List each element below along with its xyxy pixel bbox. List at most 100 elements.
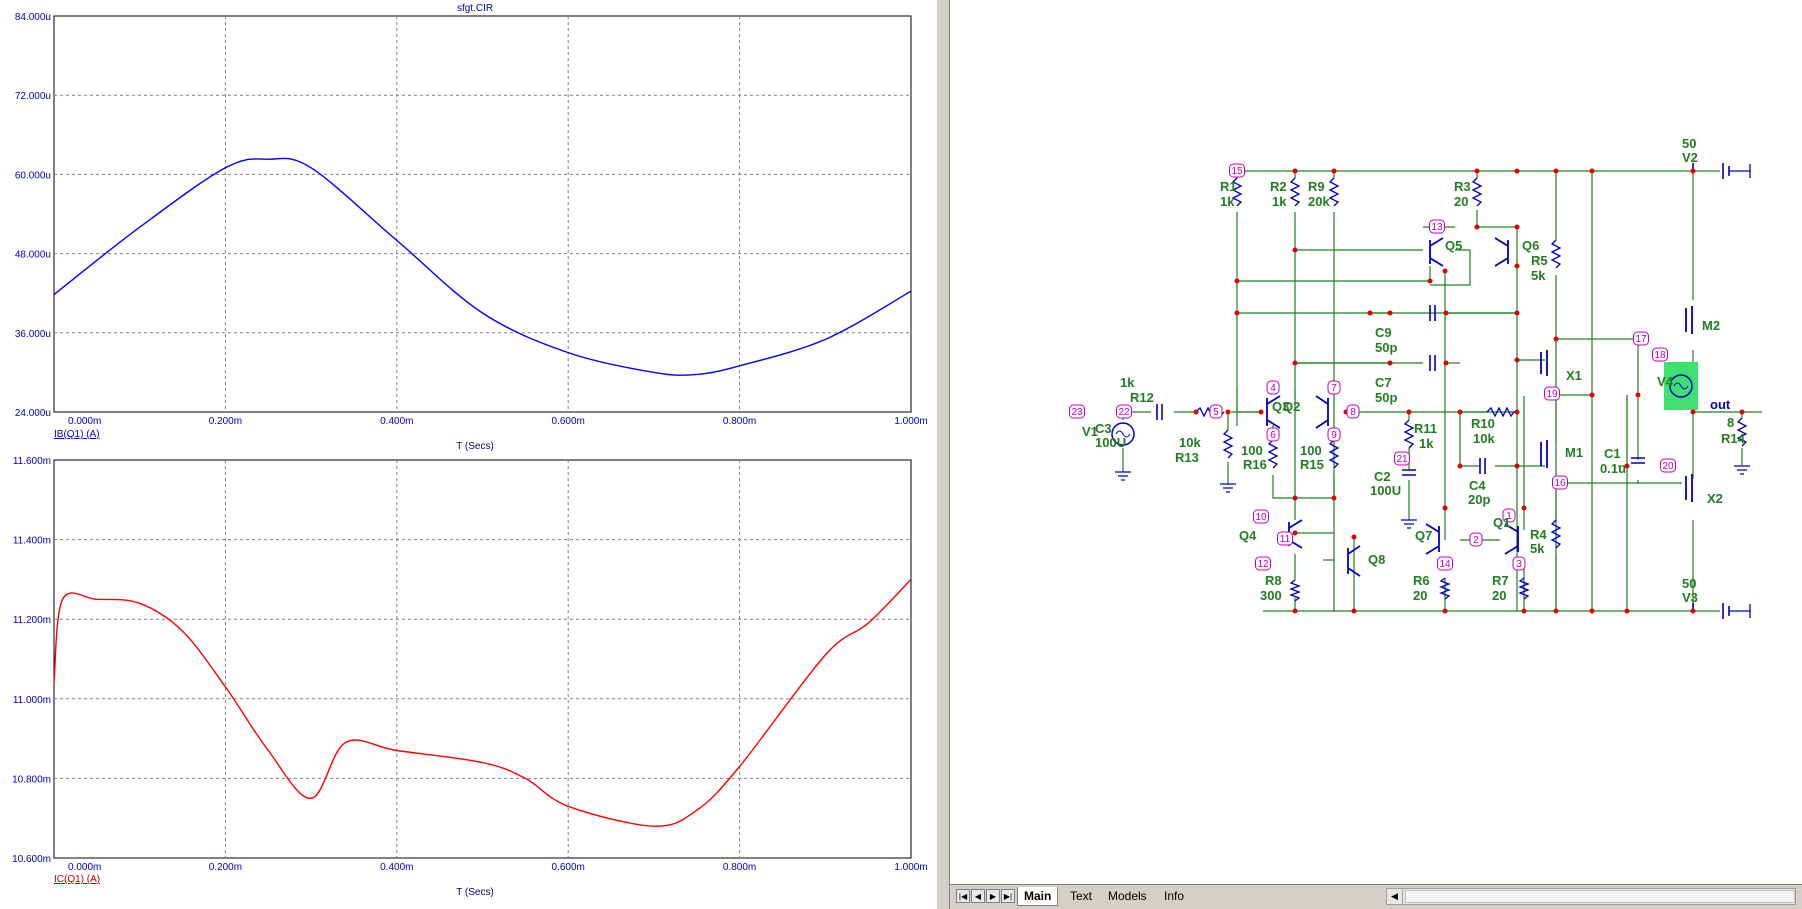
svg-text:R6: R6 [1413, 573, 1430, 588]
svg-text:12: 12 [1257, 559, 1269, 570]
component-r7[interactable]: R720 [1492, 573, 1509, 603]
node-11[interactable]: 11 [1277, 531, 1293, 546]
tab-text[interactable]: Text [1064, 887, 1098, 905]
junction-dot [1457, 463, 1463, 469]
scroll-thumb[interactable] [1405, 890, 1795, 903]
schematic-window[interactable]: 15 13 4 7 5 6 9 8 23 22 10 11 12 21 14 2 1 3 17 18 19 16 20 R1… [950, 0, 1802, 909]
y-tick-label: 84.000u [15, 12, 51, 23]
component-v2[interactable]: 50V2 [1682, 136, 1698, 165]
svg-text:7: 7 [1331, 383, 1337, 394]
component-r6[interactable]: R620 [1413, 573, 1430, 603]
y-tick-label: 11.600m [13, 456, 51, 467]
svg-text:2: 2 [1473, 535, 1479, 546]
horizontal-scrollbar[interactable]: ◀ [1386, 888, 1796, 905]
nav-next-button[interactable]: ▶ [986, 889, 1000, 903]
component-r5[interactable]: R55k [1531, 253, 1548, 283]
component-c9[interactable]: C950p [1375, 325, 1397, 355]
node-8[interactable]: 8 [1346, 404, 1360, 419]
svg-text:R10: R10 [1471, 416, 1495, 431]
component-r13[interactable]: 10kR13 [1175, 435, 1201, 465]
tab-main[interactable]: Main [1017, 887, 1059, 906]
nav-last-button[interactable]: ▶| [1001, 889, 1015, 903]
component-r16[interactable]: 100R16 [1241, 443, 1267, 472]
tab-info[interactable]: Info [1158, 887, 1190, 905]
device-x1[interactable]: X1 [1566, 368, 1582, 383]
component-r1[interactable]: R11k [1220, 179, 1237, 209]
component-r15[interactable]: 100R15 [1300, 443, 1324, 472]
device-m1[interactable]: M1 [1565, 445, 1583, 460]
node-3[interactable]: 3 [1512, 556, 1526, 571]
node-22[interactable]: 22 [1116, 404, 1132, 419]
x-tick-label: 0.800m [723, 416, 756, 427]
nav-first-button[interactable]: |◀ [956, 889, 970, 903]
node-10[interactable]: 10 [1253, 509, 1269, 524]
component-r14[interactable]: 8R14 [1721, 415, 1746, 446]
device-v4[interactable]: V4 [1657, 374, 1674, 389]
component-r10[interactable]: R1010k [1471, 416, 1495, 446]
plot-canvas[interactable]: sfgt.CIR 84.000u 72.000u 60.000u 48.000u 36.… [0, 0, 936, 909]
svg-text:10k: 10k [1473, 431, 1495, 446]
junction-dot [1514, 310, 1520, 316]
node-20[interactable]: 20 [1660, 458, 1676, 473]
nav-prev-button[interactable]: ◀ [971, 889, 985, 903]
top-trace-label[interactable]: IB(Q1) (A) [54, 429, 100, 440]
device-x2[interactable]: X2 [1707, 491, 1723, 506]
svg-text:R5: R5 [1531, 253, 1548, 268]
device-q7[interactable]: Q7 [1415, 528, 1432, 543]
plot-window[interactable]: sfgt.CIR 84.000u 72.000u 60.000u 48.000u 36.… [0, 0, 936, 909]
component-r3[interactable]: R320 [1454, 179, 1471, 209]
junction-dot [1234, 310, 1240, 316]
device-q8[interactable]: Q8 [1368, 552, 1385, 567]
node-16[interactable]: 16 [1552, 475, 1568, 490]
junction-dot [1442, 608, 1448, 614]
x-tick-label: 0.200m [209, 416, 242, 427]
node-19[interactable]: 19 [1544, 386, 1560, 401]
schematic-canvas[interactable]: 15134 756 9823 2210111221142131718191620 R1… [950, 0, 1802, 884]
pane-splitter[interactable] [936, 0, 950, 909]
node-14[interactable]: 14 [1437, 556, 1453, 571]
node-21[interactable]: 21 [1394, 451, 1410, 466]
device-q3[interactable]: Q3 [1272, 399, 1289, 414]
device-v1[interactable]: V1 [1082, 424, 1098, 439]
junction-dot [1589, 168, 1595, 174]
device-q5[interactable]: Q5 [1445, 238, 1462, 253]
svg-text:5k: 5k [1531, 268, 1546, 283]
component-v3[interactable]: 50V3 [1682, 576, 1698, 605]
node-6[interactable]: 6 [1266, 427, 1280, 442]
device-q6[interactable]: Q6 [1522, 238, 1539, 253]
node-15[interactable]: 15 [1229, 163, 1245, 178]
device-m2[interactable]: M2 [1702, 318, 1720, 333]
bottom-trace-label[interactable]: IC(Q1) (A) [54, 874, 100, 885]
junction-dot [1367, 310, 1373, 316]
component-r2[interactable]: R21k [1270, 179, 1287, 209]
junction-dot [1739, 409, 1745, 415]
component-r4[interactable]: R45k [1530, 527, 1547, 556]
node-17[interactable]: 17 [1633, 331, 1649, 346]
component-r8[interactable]: R8300 [1260, 573, 1282, 603]
svg-text:R13: R13 [1175, 450, 1199, 465]
node-5[interactable]: 5 [1209, 404, 1223, 419]
svg-text:11: 11 [1280, 534, 1291, 545]
device-q4[interactable]: Q4 [1239, 528, 1257, 543]
component-r12[interactable]: 1kR12 [1120, 375, 1154, 405]
component-c1[interactable]: C10.1u [1600, 446, 1626, 476]
node-18[interactable]: 18 [1652, 347, 1668, 362]
node-2[interactable]: 2 [1469, 532, 1483, 547]
top-x-tick-labels: 0.000m 0.200m 0.400m 0.600m 0.800m 1.000m [68, 416, 928, 427]
svg-text:V3: V3 [1682, 590, 1698, 605]
device-q1[interactable]: Q1 [1493, 515, 1510, 530]
component-r9[interactable]: R920k [1308, 179, 1330, 209]
component-c4[interactable]: C420p [1468, 478, 1490, 507]
scroll-left-icon[interactable]: ◀ [1387, 889, 1403, 904]
component-c2[interactable]: C2100U [1370, 469, 1401, 498]
node-4[interactable]: 4 [1266, 380, 1280, 395]
node-23[interactable]: 23 [1069, 404, 1085, 419]
node-7[interactable]: 7 [1327, 380, 1341, 395]
component-r11[interactable]: R111k [1414, 421, 1437, 451]
node-9[interactable]: 9 [1327, 427, 1341, 442]
node-13[interactable]: 13 [1429, 219, 1445, 234]
component-c7[interactable]: C750p [1375, 375, 1397, 405]
bottom-x-tick-labels: 0.000m 0.200m 0.400m 0.600m 0.800m 1.000m [68, 862, 928, 873]
node-12[interactable]: 12 [1255, 556, 1271, 571]
tab-models[interactable]: Models [1102, 887, 1153, 905]
